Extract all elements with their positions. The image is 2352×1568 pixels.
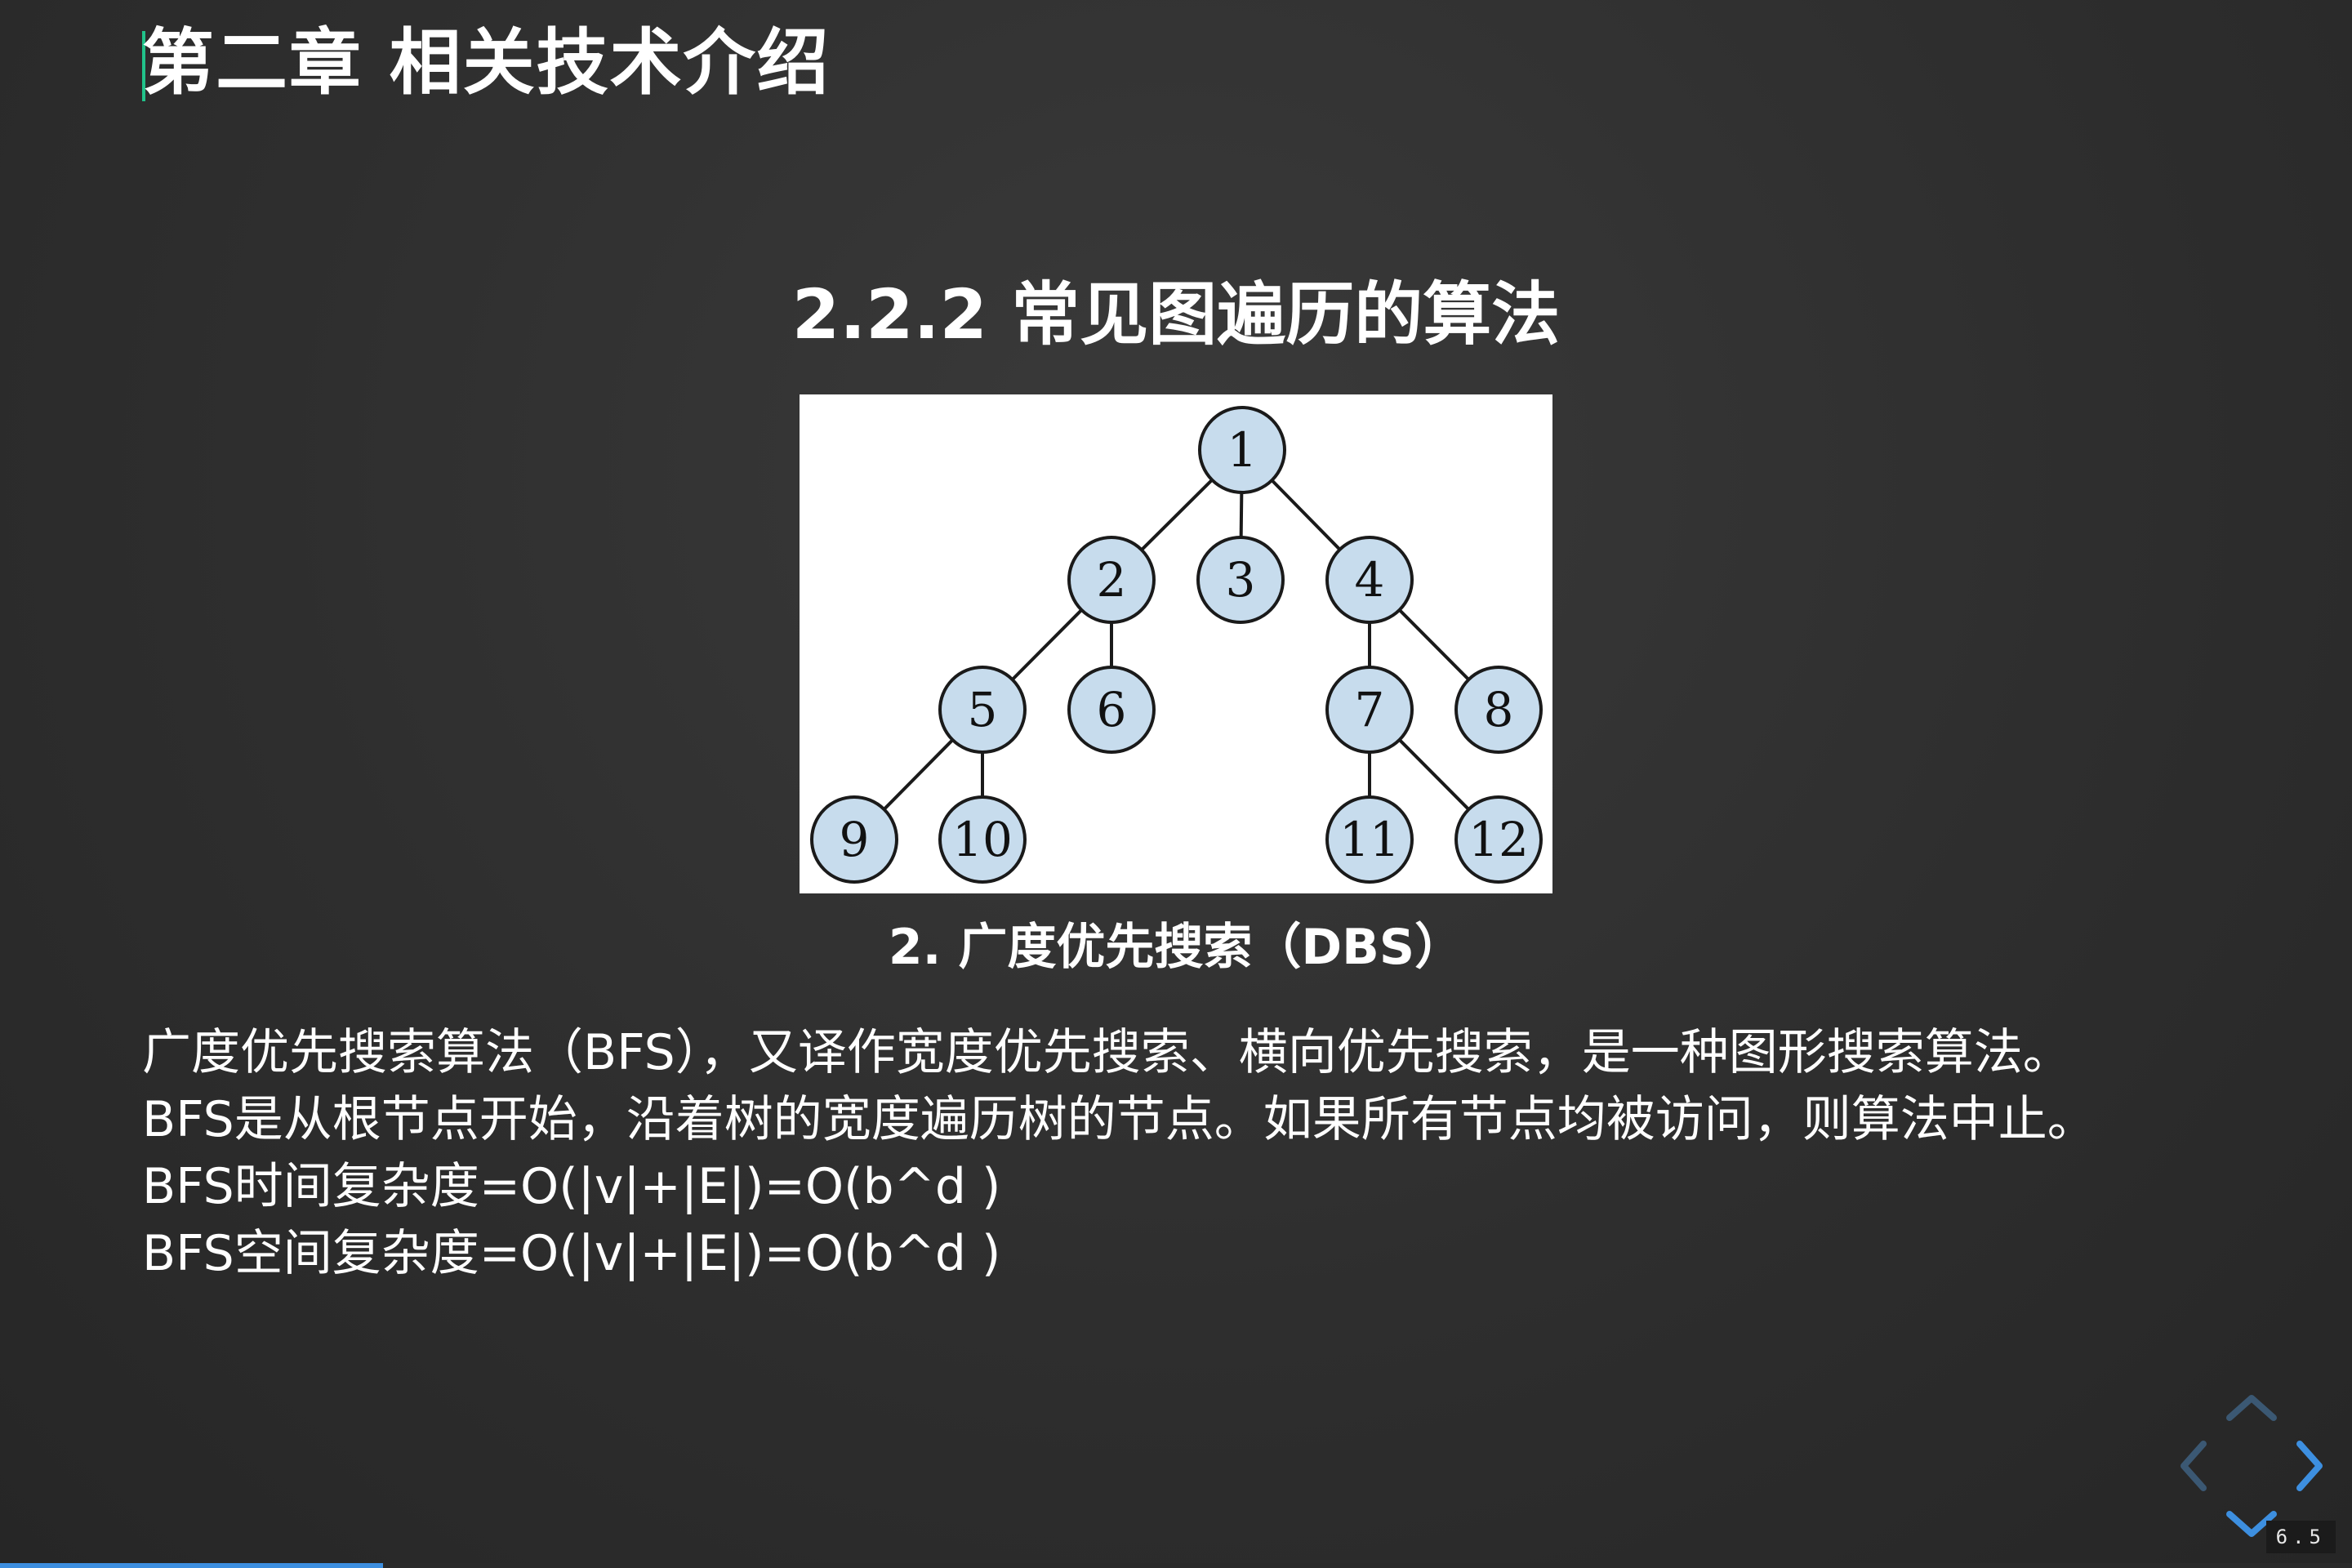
tree-node-4: 4: [1325, 536, 1414, 624]
tree-node-label: 3: [1226, 552, 1256, 608]
body-line-definition: 广度优先搜索算法（BFS），又译作宽度优先搜索、横向优先搜索，是一种图形搜索算法…: [142, 1024, 2072, 1081]
progress-track: [0, 1563, 2352, 1568]
body-line-description: BFS是从根节点开始，沿着树的宽度遍历树的节点。如果所有节点均被访问，则算法中止…: [142, 1091, 2096, 1148]
tree-node-label: 5: [968, 682, 998, 737]
body-line-time-complexity: BFS时间复杂度=O(|v|+|E|)=O(b^d ): [142, 1158, 1001, 1215]
tree-node-label: 6: [1097, 682, 1127, 737]
tree-node-2: 2: [1067, 536, 1156, 624]
tree-node-label: 11: [1339, 812, 1400, 867]
tree-node-label: 8: [1484, 682, 1514, 737]
tree-diagram: 1 2 3 4 5 6 7 8 9 10 11 12: [800, 394, 1552, 893]
tree-node-12: 12: [1454, 795, 1543, 884]
tree-edges: [853, 448, 1500, 841]
tree-node-label: 4: [1355, 552, 1385, 608]
figure-caption: 2. 广度优先搜索（DBS）: [888, 919, 1464, 976]
tree-node-label: 1: [1227, 422, 1258, 478]
progress-bar: [0, 1563, 384, 1568]
body-line-space-complexity: BFS空间复杂度=O(|v|+|E|)=O(b^d ): [142, 1225, 1001, 1282]
tree-node-label: 2: [1097, 552, 1127, 608]
body-text: 广度优先搜索算法（BFS），又译作宽度优先搜索、横向优先搜索，是一种图形搜索算法…: [142, 1019, 2282, 1287]
tree-nodes: 1 2 3 4 5 6 7 8 9 10 11 12: [810, 406, 1543, 884]
tree-node-label: 10: [952, 812, 1013, 867]
section-title: 2.2.2 常见图遍历的算法: [791, 274, 1561, 354]
tree-node-9: 9: [810, 795, 898, 884]
chevron-left-icon[interactable]: [2174, 1437, 2215, 1494]
tree-node-3: 3: [1196, 536, 1285, 624]
tree-node-label: 12: [1468, 812, 1529, 867]
chapter-title: 第二章 相关技术介绍: [142, 20, 831, 105]
tree-svg: 1 2 3 4 5 6 7 8 9 10 11 12: [810, 406, 1543, 884]
tree-node-11: 11: [1325, 795, 1414, 884]
tree-node-label: 7: [1355, 682, 1385, 737]
tree-node-6: 6: [1067, 666, 1156, 754]
tree-node-label: 9: [840, 812, 870, 867]
tree-node-5: 5: [938, 666, 1027, 754]
tree-node-8: 8: [1454, 666, 1543, 754]
page-number: 6.5: [2265, 1521, 2336, 1553]
tree-node-10: 10: [938, 795, 1027, 884]
tree-node-1: 1: [1198, 406, 1286, 494]
chevron-right-icon[interactable]: [2288, 1437, 2329, 1494]
chevron-up-icon[interactable]: [2223, 1388, 2280, 1429]
tree-node-7: 7: [1325, 666, 1414, 754]
